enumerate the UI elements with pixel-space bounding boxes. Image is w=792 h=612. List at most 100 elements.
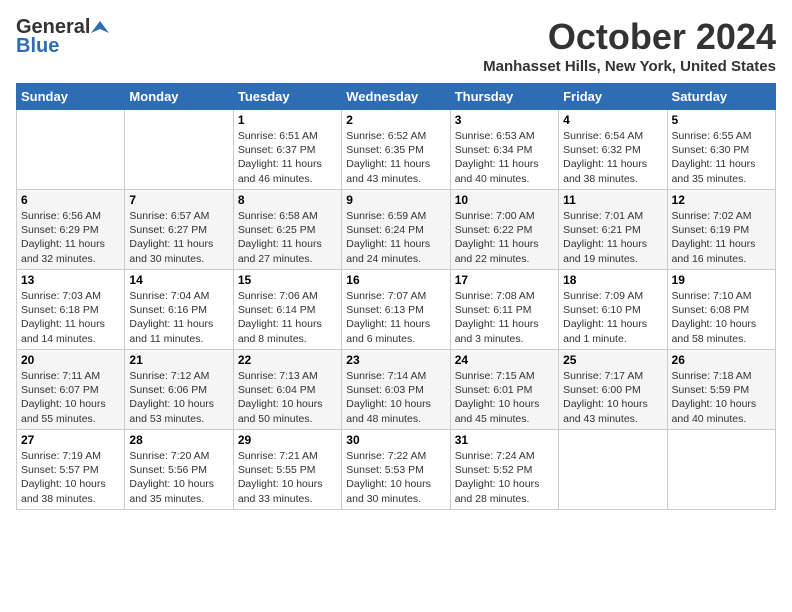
header-thursday: Thursday	[450, 84, 558, 110]
header-monday: Monday	[125, 84, 233, 110]
title-section: October 2024 Manhasset Hills, New York, …	[483, 16, 776, 75]
calendar-cell: 25 Sunrise: 7:17 AMSunset: 6:00 PMDayligh…	[559, 350, 667, 430]
logo-bird-icon	[91, 19, 109, 37]
day-number: 17	[455, 273, 554, 287]
day-number: 23	[346, 353, 445, 367]
calendar-cell: 13 Sunrise: 7:03 AMSunset: 6:18 PMDayligh…	[17, 270, 125, 350]
location: Manhasset Hills, New York, United States	[483, 58, 776, 75]
day-number: 7	[129, 193, 228, 207]
calendar-cell: 27 Sunrise: 7:19 AMSunset: 5:57 PMDayligh…	[17, 430, 125, 510]
logo: General Blue	[16, 16, 110, 58]
month-title: October 2024	[483, 16, 776, 58]
day-number: 26	[672, 353, 771, 367]
calendar-cell: 26Sunrise: 7:18 AMSunset: 5:59 PMDayligh…	[667, 350, 775, 430]
calendar-cell: 11Sunrise: 7:01 AMSunset: 6:21 PMDayligh…	[559, 190, 667, 270]
header-tuesday: Tuesday	[233, 84, 341, 110]
calendar-cell: 20 Sunrise: 7:11 AMSunset: 6:07 PMDayligh…	[17, 350, 125, 430]
day-number: 9	[346, 193, 445, 207]
day-number: 15	[238, 273, 337, 287]
day-number: 24	[455, 353, 554, 367]
calendar-week-3: 13 Sunrise: 7:03 AMSunset: 6:18 PMDayligh…	[17, 270, 776, 350]
calendar-cell: 31 Sunrise: 7:24 AMSunset: 5:52 PMDayligh…	[450, 430, 558, 510]
day-number: 12	[672, 193, 771, 207]
calendar-cell: 10Sunrise: 7:00 AMSunset: 6:22 PMDayligh…	[450, 190, 558, 270]
day-content: Sunrise: 6:52 AMSunset: 6:35 PMDaylight:…	[346, 129, 445, 186]
day-content: Sunrise: 7:07 AMSunset: 6:13 PMDaylight:…	[346, 289, 445, 346]
day-content: Sunrise: 7:19 AMSunset: 5:57 PMDaylight:…	[21, 449, 120, 506]
day-content: Sunrise: 7:08 AMSunset: 6:11 PMDaylight:…	[455, 289, 554, 346]
day-number: 22	[238, 353, 337, 367]
day-number: 18	[563, 273, 662, 287]
calendar-cell: 30 Sunrise: 7:22 AMSunset: 5:53 PMDayligh…	[342, 430, 450, 510]
calendar-week-2: 6Sunrise: 6:56 AMSunset: 6:29 PMDaylight…	[17, 190, 776, 270]
calendar-cell: 4 Sunrise: 6:54 AMSunset: 6:32 PMDaylight…	[559, 110, 667, 190]
day-content: Sunrise: 7:14 AMSunset: 6:03 PMDaylight:…	[346, 369, 445, 426]
day-number: 31	[455, 433, 554, 447]
day-content: Sunrise: 7:20 AMSunset: 5:56 PMDaylight:…	[129, 449, 228, 506]
day-number: 29	[238, 433, 337, 447]
day-content: Sunrise: 7:24 AMSunset: 5:52 PMDaylight:…	[455, 449, 554, 506]
day-number: 13	[21, 273, 120, 287]
header-sunday: Sunday	[17, 84, 125, 110]
page-header: General Blue October 2024 Manhasset Hill…	[16, 16, 776, 75]
day-number: 3	[455, 113, 554, 127]
day-content: Sunrise: 7:17 AMSunset: 6:00 PMDaylight:…	[563, 369, 662, 426]
calendar-cell: 29 Sunrise: 7:21 AMSunset: 5:55 PMDayligh…	[233, 430, 341, 510]
day-content: Sunrise: 7:21 AMSunset: 5:55 PMDaylight:…	[238, 449, 337, 506]
day-number: 16	[346, 273, 445, 287]
day-content: Sunrise: 7:10 AMSunset: 6:08 PMDaylight:…	[672, 289, 771, 346]
calendar-week-4: 20 Sunrise: 7:11 AMSunset: 6:07 PMDayligh…	[17, 350, 776, 430]
day-number: 20	[21, 353, 120, 367]
day-number: 19	[672, 273, 771, 287]
day-content: Sunrise: 7:02 AMSunset: 6:19 PMDaylight:…	[672, 209, 771, 266]
day-content: Sunrise: 6:59 AMSunset: 6:24 PMDaylight:…	[346, 209, 445, 266]
day-number: 28	[129, 433, 228, 447]
day-content: Sunrise: 6:54 AMSunset: 6:32 PMDaylight:…	[563, 129, 662, 186]
day-content: Sunrise: 7:00 AMSunset: 6:22 PMDaylight:…	[455, 209, 554, 266]
calendar-cell: 6Sunrise: 6:56 AMSunset: 6:29 PMDaylight…	[17, 190, 125, 270]
day-number: 27	[21, 433, 120, 447]
day-content: Sunrise: 7:06 AMSunset: 6:14 PMDaylight:…	[238, 289, 337, 346]
calendar-cell	[125, 110, 233, 190]
calendar-cell	[559, 430, 667, 510]
day-number: 6	[21, 193, 120, 207]
day-content: Sunrise: 7:15 AMSunset: 6:01 PMDaylight:…	[455, 369, 554, 426]
day-content: Sunrise: 6:51 AMSunset: 6:37 PMDaylight:…	[238, 129, 337, 186]
day-content: Sunrise: 7:12 AMSunset: 6:06 PMDaylight:…	[129, 369, 228, 426]
calendar-cell: 14 Sunrise: 7:04 AMSunset: 6:16 PMDayligh…	[125, 270, 233, 350]
header-wednesday: Wednesday	[342, 84, 450, 110]
calendar-cell: 8Sunrise: 6:58 AMSunset: 6:25 PMDaylight…	[233, 190, 341, 270]
calendar-cell: 21 Sunrise: 7:12 AMSunset: 6:06 PMDayligh…	[125, 350, 233, 430]
day-number: 4	[563, 113, 662, 127]
day-content: Sunrise: 7:22 AMSunset: 5:53 PMDaylight:…	[346, 449, 445, 506]
day-number: 11	[563, 193, 662, 207]
day-content: Sunrise: 7:11 AMSunset: 6:07 PMDaylight:…	[21, 369, 120, 426]
day-number: 2	[346, 113, 445, 127]
calendar-cell: 22Sunrise: 7:13 AMSunset: 6:04 PMDayligh…	[233, 350, 341, 430]
calendar-cell: 18 Sunrise: 7:09 AMSunset: 6:10 PMDayligh…	[559, 270, 667, 350]
logo-blue: Blue	[16, 35, 59, 58]
day-number: 30	[346, 433, 445, 447]
calendar-table: SundayMondayTuesdayWednesdayThursdayFrid…	[16, 83, 776, 510]
calendar-cell: 9 Sunrise: 6:59 AMSunset: 6:24 PMDaylight…	[342, 190, 450, 270]
calendar-cell: 19 Sunrise: 7:10 AMSunset: 6:08 PMDayligh…	[667, 270, 775, 350]
day-number: 25	[563, 353, 662, 367]
calendar-week-5: 27 Sunrise: 7:19 AMSunset: 5:57 PMDayligh…	[17, 430, 776, 510]
calendar-cell: 1 Sunrise: 6:51 AMSunset: 6:37 PMDaylight…	[233, 110, 341, 190]
day-number: 21	[129, 353, 228, 367]
calendar-cell: 5Sunrise: 6:55 AMSunset: 6:30 PMDaylight…	[667, 110, 775, 190]
day-number: 8	[238, 193, 337, 207]
day-content: Sunrise: 7:03 AMSunset: 6:18 PMDaylight:…	[21, 289, 120, 346]
header-saturday: Saturday	[667, 84, 775, 110]
day-number: 1	[238, 113, 337, 127]
calendar-cell: 28 Sunrise: 7:20 AMSunset: 5:56 PMDayligh…	[125, 430, 233, 510]
day-number: 14	[129, 273, 228, 287]
day-content: Sunrise: 7:04 AMSunset: 6:16 PMDaylight:…	[129, 289, 228, 346]
day-content: Sunrise: 6:53 AMSunset: 6:34 PMDaylight:…	[455, 129, 554, 186]
header-friday: Friday	[559, 84, 667, 110]
calendar-header-row: SundayMondayTuesdayWednesdayThursdayFrid…	[17, 84, 776, 110]
calendar-cell	[17, 110, 125, 190]
day-content: Sunrise: 7:09 AMSunset: 6:10 PMDaylight:…	[563, 289, 662, 346]
calendar-cell: 23 Sunrise: 7:14 AMSunset: 6:03 PMDayligh…	[342, 350, 450, 430]
calendar-week-1: 1 Sunrise: 6:51 AMSunset: 6:37 PMDaylight…	[17, 110, 776, 190]
